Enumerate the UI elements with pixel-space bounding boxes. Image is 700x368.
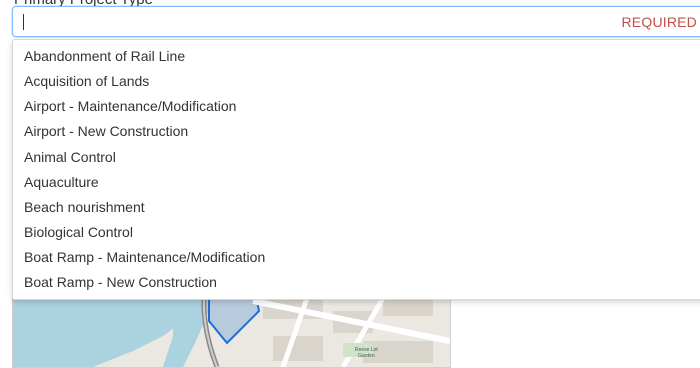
option-aquaculture[interactable]: Aquaculture <box>24 170 99 195</box>
option-airport-maintenance[interactable]: Airport - Maintenance/Modification <box>24 94 236 119</box>
project-type-select-input[interactable]: REQUIRED <box>12 6 700 37</box>
option-biological-control[interactable]: Biological Control <box>24 220 133 245</box>
map-label: Garden <box>358 353 375 359</box>
option-airport-new-construction[interactable]: Airport - New Construction <box>24 119 188 144</box>
project-type-dropdown[interactable]: Abandonment of Rail Line Acquisition of … <box>12 39 700 300</box>
option-animal-control[interactable]: Animal Control <box>24 145 116 170</box>
option-beach-nourishment[interactable]: Beach nourishment <box>24 195 145 220</box>
text-cursor <box>23 14 24 30</box>
option-boat-ramp-new-construction[interactable]: Boat Ramp - New Construction <box>24 270 217 295</box>
option-abandonment-of-rail-line[interactable]: Abandonment of Rail Line <box>24 44 185 69</box>
option-boat-ramp-maintenance[interactable]: Boat Ramp - Maintenance/Modification <box>24 245 265 270</box>
required-tag: REQUIRED <box>621 14 697 30</box>
option-acquisition-of-lands[interactable]: Acquisition of Lands <box>24 69 149 94</box>
